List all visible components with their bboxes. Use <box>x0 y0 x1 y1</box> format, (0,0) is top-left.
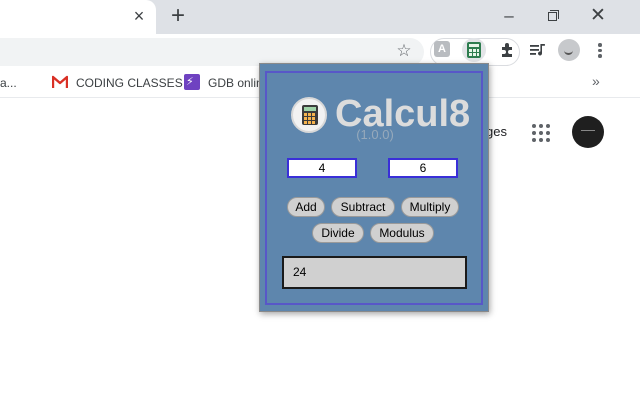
menu-dots-icon[interactable] <box>592 40 608 60</box>
restore-button[interactable] <box>542 5 564 27</box>
bookmark-star-icon[interactable]: ☆ <box>394 41 414 61</box>
app-version: (1.0.0) <box>356 127 394 142</box>
calculator-icon <box>467 42 481 58</box>
apps-grid-icon[interactable] <box>532 124 550 142</box>
multiply-button[interactable]: Multiply <box>401 197 459 217</box>
gdb-icon <box>184 74 200 90</box>
bookmark-gdb-online[interactable]: GDB onlin <box>208 76 263 90</box>
divide-button[interactable]: Divide <box>312 223 364 243</box>
subtract-button[interactable]: Subtract <box>331 197 395 217</box>
account-avatar[interactable] <box>572 116 604 148</box>
new-tab-button[interactable]: + <box>166 4 190 28</box>
bookmark-item[interactable]: a... <box>0 76 17 90</box>
bookmark-coding-classes[interactable]: CODING CLASSES <box>76 76 183 90</box>
modulus-button[interactable]: Modulus <box>370 223 434 243</box>
extension-a-icon[interactable]: A <box>434 41 450 57</box>
tab-strip: × + – ✕ <box>0 0 640 34</box>
profile-icon[interactable] <box>558 39 580 61</box>
bookmarks-overflow-icon[interactable]: » <box>592 74 600 88</box>
gmail-icon <box>52 75 68 88</box>
first-number-input[interactable] <box>287 158 357 178</box>
puzzle-icon[interactable] <box>498 40 518 60</box>
address-bar[interactable]: ☆ <box>0 38 424 66</box>
result-display: 24 <box>282 256 467 289</box>
second-number-input[interactable] <box>388 158 458 178</box>
playlist-icon[interactable] <box>528 40 548 60</box>
minimize-button[interactable]: – <box>498 5 520 27</box>
browser-tab[interactable]: × <box>0 0 156 34</box>
calculator-extension-button[interactable] <box>462 38 486 62</box>
window-close-button[interactable]: ✕ <box>587 5 609 27</box>
add-button[interactable]: Add <box>287 197 325 217</box>
close-tab-icon[interactable]: × <box>130 7 148 25</box>
